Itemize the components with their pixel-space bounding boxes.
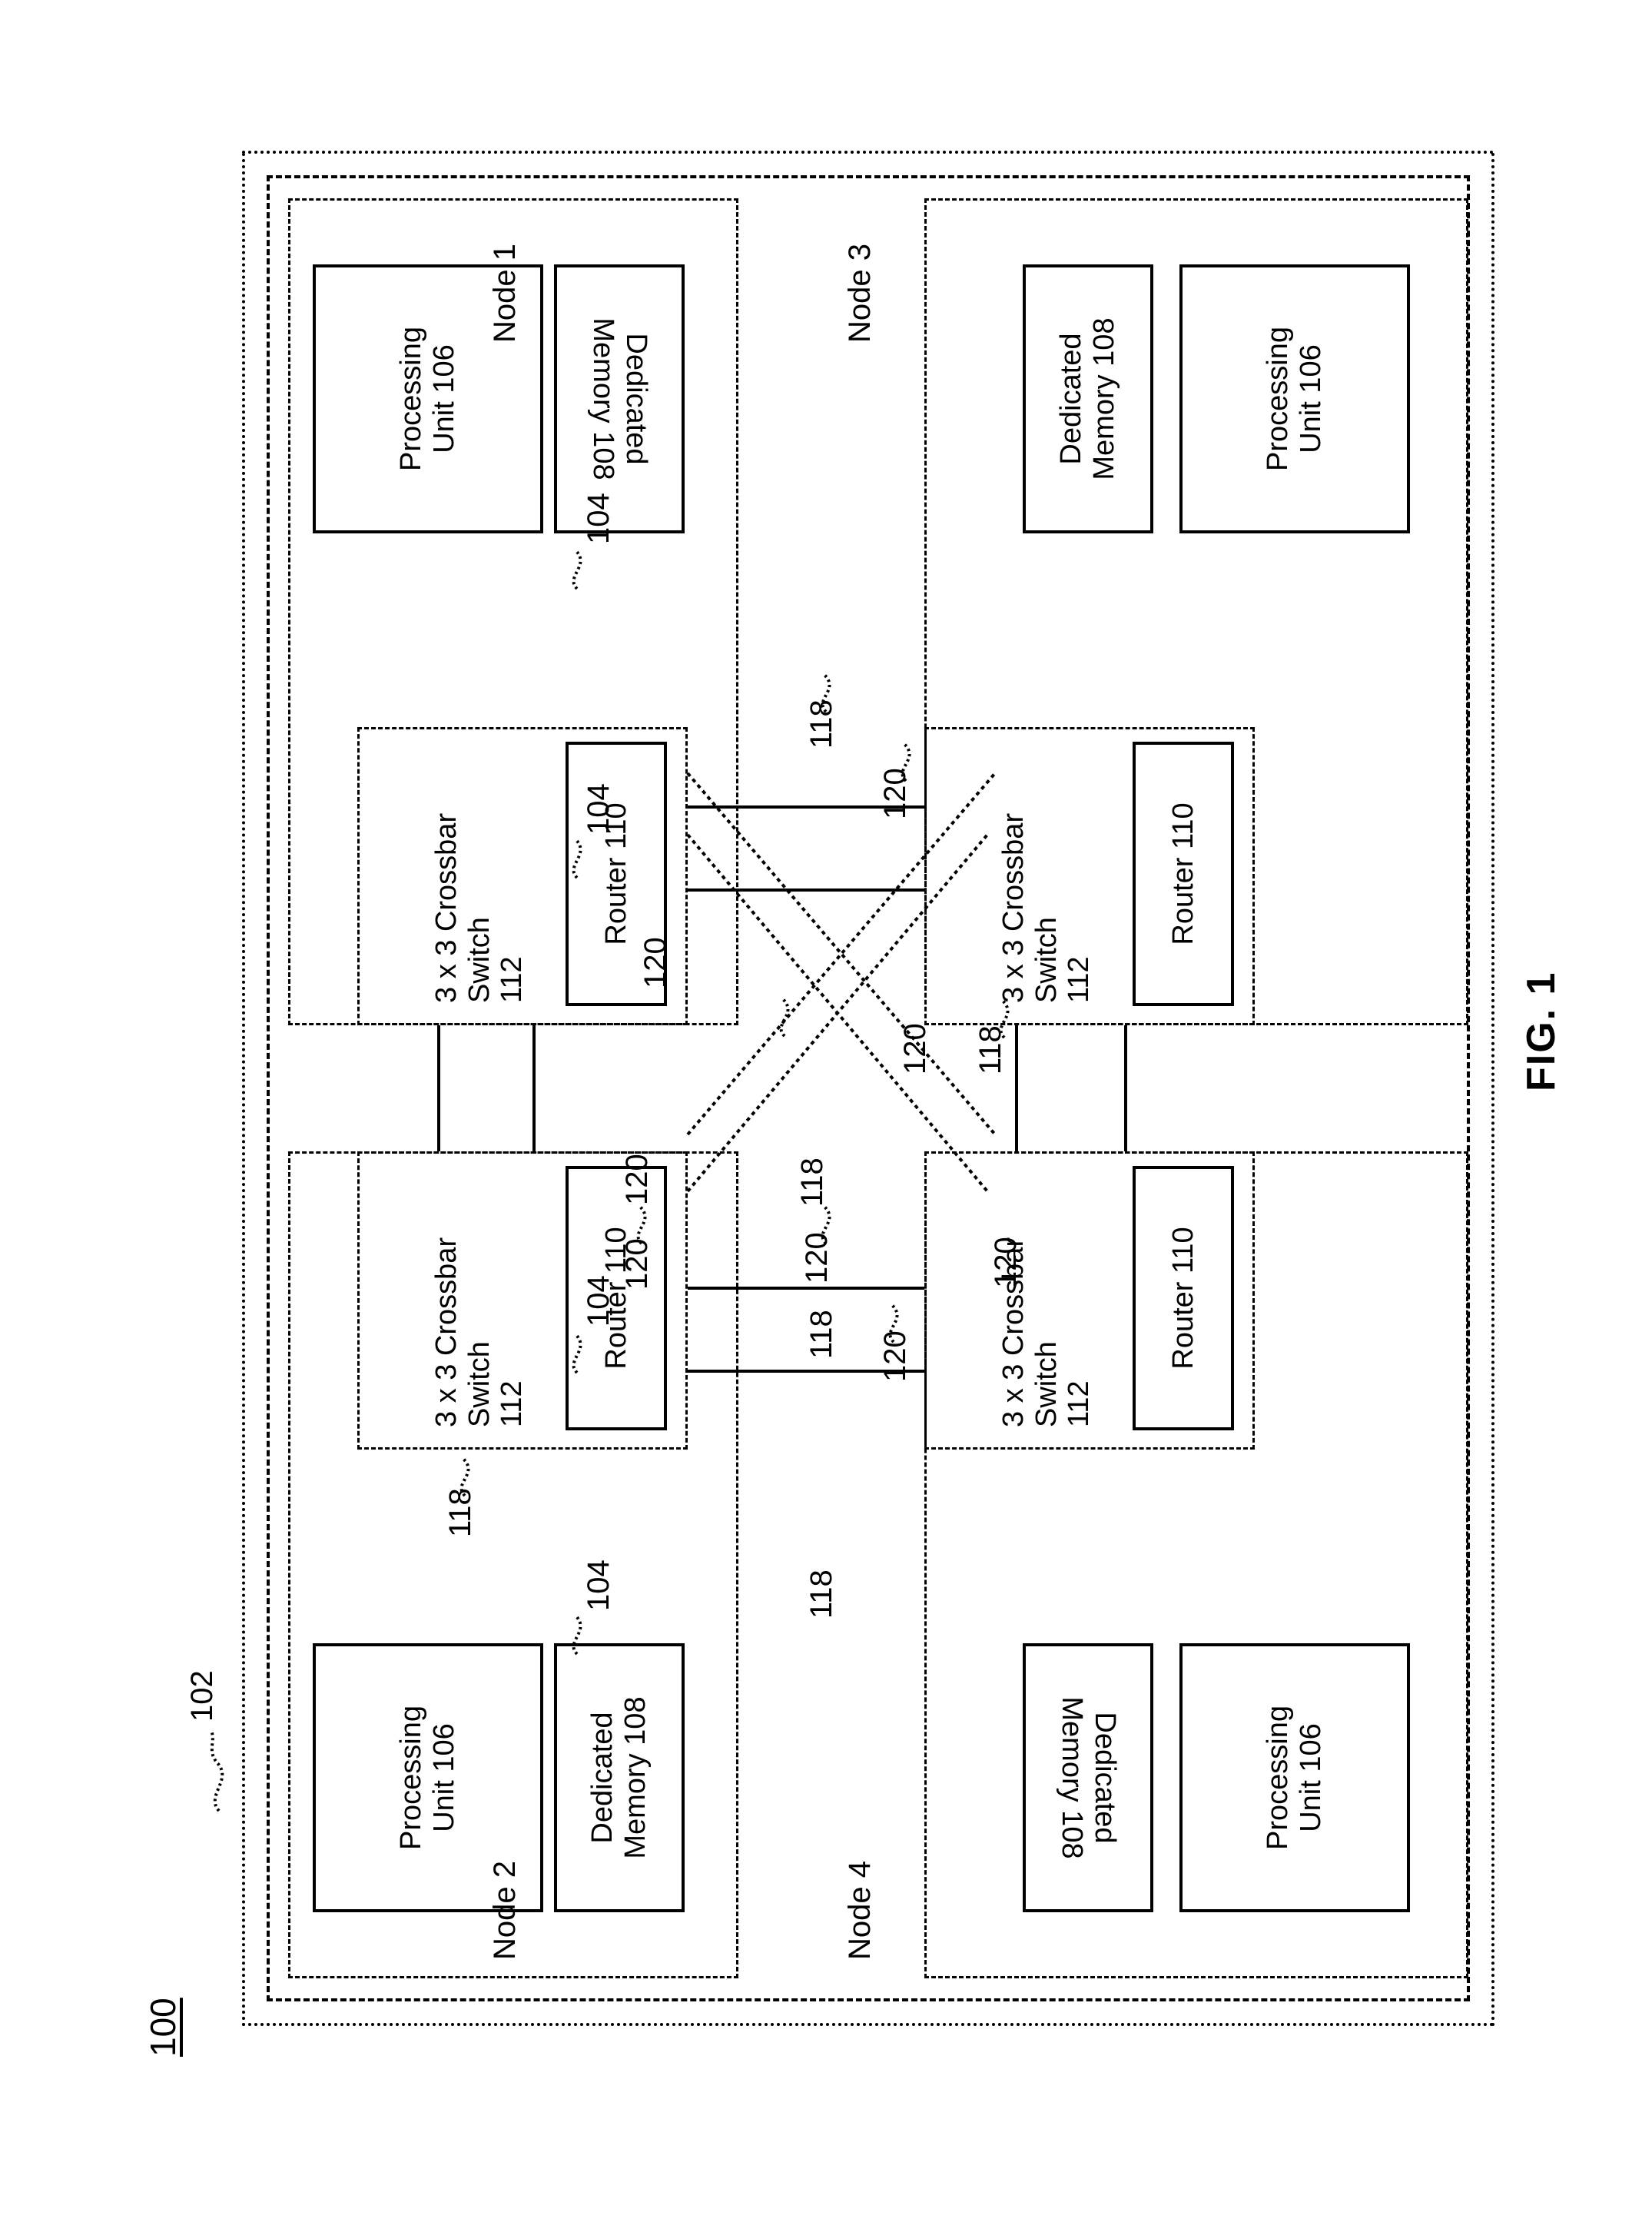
ref-120-node4-out: 120 xyxy=(878,1330,912,1382)
node-4-processing-unit: Processing Unit 106 xyxy=(1179,1642,1410,1912)
ref-118-node2-lower: 118 xyxy=(804,1569,838,1619)
node-2-crossbar-switch-label: 3 x 3 Crossbar Switch 112 xyxy=(430,1237,529,1427)
ref-118-node1-in: 118 xyxy=(974,1025,1007,1074)
ref-120-node2-out: 120 xyxy=(620,1237,654,1290)
node-1-reference-104: 104 xyxy=(582,1274,615,1327)
node-4-label: Node 4 xyxy=(843,1860,877,1960)
node-1-dedicated-memory: Dedicated Memory 108 xyxy=(554,264,685,533)
node-3-processing-unit-label: Processing Unit 106 xyxy=(1262,326,1327,471)
ref-118-node3-side: 118 xyxy=(804,699,838,749)
node-2-processing-unit-label: Processing Unit 106 xyxy=(395,1705,460,1850)
ref-118-center-b: 118 xyxy=(795,1157,829,1207)
node-4-dedicated-memory: Dedicated Memory 108 xyxy=(1023,1642,1153,1912)
node-3-reference-104: 104 xyxy=(582,492,615,544)
node-2-router: Router 110 xyxy=(566,1165,667,1430)
node-4-router: Router 110 xyxy=(1133,1165,1234,1430)
chip-reference-102: 102 xyxy=(185,1669,219,1722)
node-3-dedicated-memory-label: Dedicated Memory 108 xyxy=(1055,317,1120,480)
node-4-crossbar-switch: 3 x 3 Crossbar Switch 112 Router 110 xyxy=(924,1151,1255,1450)
node-2-dedicated-memory-label: Dedicated Memory 108 xyxy=(586,1696,652,1859)
patent-drawing-sheet: 100 102 Node 2 Processing Unit 106 Dedic… xyxy=(0,0,1652,2222)
ref-120-node3-side: 120 xyxy=(878,767,912,819)
node-1-crossbar-switch-label: 3 x 3 Crossbar Switch 112 xyxy=(430,812,529,1003)
ref-120-center-a: 120 xyxy=(620,1153,654,1205)
node-4-dedicated-memory-label: Dedicated Memory 108 xyxy=(1056,1696,1121,1859)
node-2-processing-unit: Processing Unit 106 xyxy=(313,1642,543,1912)
node-3-dedicated-memory: Dedicated Memory 108 xyxy=(1023,264,1153,533)
node-3-router-label: Router 110 xyxy=(1166,802,1199,945)
node-4-processing-unit-label: Processing Unit 106 xyxy=(1262,1705,1327,1850)
node-3-processing-unit: Processing Unit 106 xyxy=(1179,264,1410,533)
system-reference-100: 100 xyxy=(143,1997,183,2057)
ref-120-center-b: 120 xyxy=(800,1231,834,1284)
node-1-dedicated-memory-label: Dedicated Memory 108 xyxy=(587,317,652,480)
node-3-router: Router 110 xyxy=(1133,741,1234,1006)
ref-120-center-d: 120 xyxy=(639,936,672,988)
ref-118-center-a: 118 xyxy=(804,1309,838,1359)
node-1-processing-unit: Processing Unit 106 xyxy=(313,264,543,533)
node-3-label: Node 3 xyxy=(843,243,877,343)
ref-120-node1-in: 120 xyxy=(898,1022,932,1074)
node-2-reference-104: 104 xyxy=(582,1559,615,1611)
ref-120-center-c: 120 xyxy=(989,1236,1023,1288)
figure-canvas: 100 102 Node 2 Processing Unit 106 Dedic… xyxy=(104,81,1564,2141)
node-4-router-label: Router 110 xyxy=(1166,1226,1199,1370)
node-4-reference-104: 104 xyxy=(582,782,615,835)
node-2-dedicated-memory: Dedicated Memory 108 xyxy=(554,1642,685,1912)
figure-caption: FIG. 1 xyxy=(1519,971,1564,1091)
node-3-crossbar-switch-label: 3 x 3 Crossbar Switch 112 xyxy=(997,812,1096,1003)
ref-118-node2-out: 118 xyxy=(443,1487,477,1537)
leader-102 xyxy=(210,1729,224,1812)
node-3-crossbar-switch: 3 x 3 Crossbar Switch 112 Router 110 xyxy=(924,726,1255,1025)
node-1-processing-unit-label: Processing Unit 106 xyxy=(395,326,460,471)
